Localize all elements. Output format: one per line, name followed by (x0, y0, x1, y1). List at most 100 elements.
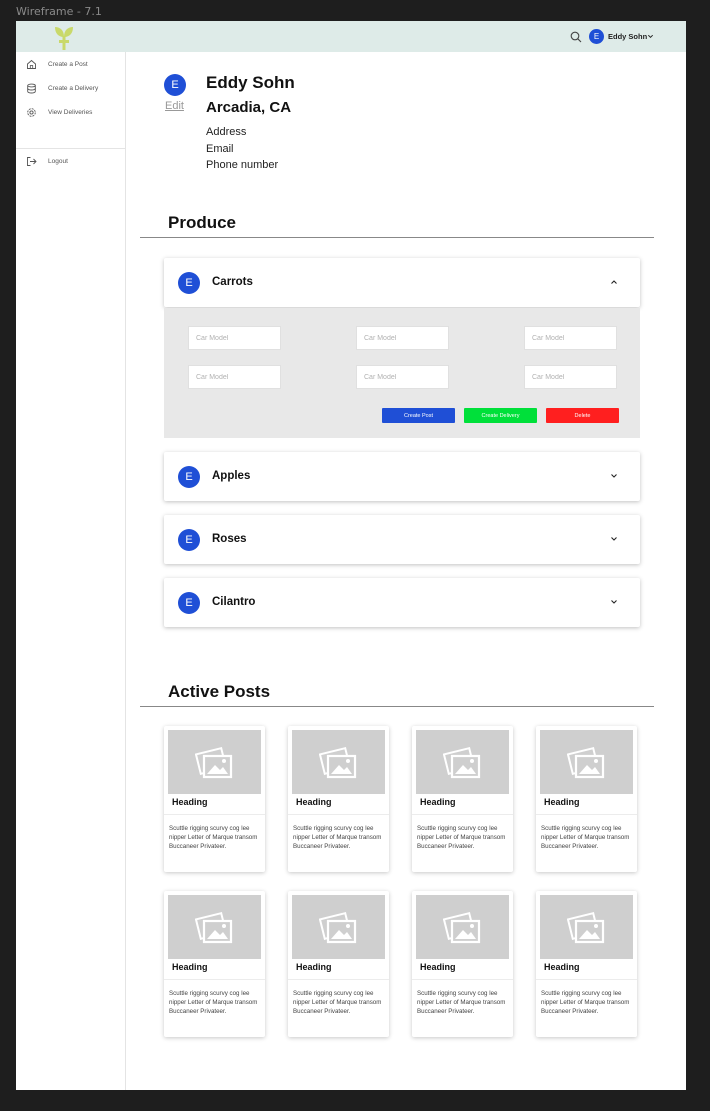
post-heading: Heading (544, 962, 580, 972)
car-model-input[interactable] (356, 365, 449, 389)
post-card[interactable]: Heading Scuttle rigging scurvy cog lee n… (288, 726, 389, 872)
sidebar-item-label: View Deliveries (48, 109, 93, 116)
profile-avatar: E (164, 74, 186, 96)
frame-label: Wireframe - 7.1 (16, 5, 102, 18)
post-body: Scuttle rigging scurvy cog lee nipper Le… (417, 990, 506, 1016)
produce-item-apples[interactable]: E Apples (164, 452, 640, 501)
post-divider (412, 979, 513, 980)
car-model-input[interactable] (188, 365, 281, 389)
post-image (168, 730, 261, 794)
profile-address: Address (206, 126, 247, 138)
sidebar-item-create-post[interactable]: Create a Post (16, 55, 126, 75)
active-posts-title: Active Posts (168, 682, 271, 701)
post-heading: Heading (172, 797, 208, 807)
sidebar: Create a Post Create a Delivery View Del… (16, 52, 126, 1090)
post-image (540, 730, 633, 794)
chevron-down-icon[interactable] (647, 33, 654, 40)
sidebar-item-label: Create a Delivery (48, 85, 99, 92)
post-image (168, 895, 261, 959)
post-heading: Heading (420, 962, 456, 972)
post-divider (288, 979, 389, 980)
sidebar-item-logout[interactable]: Logout (16, 152, 126, 172)
produce-name: Apples (212, 470, 251, 482)
post-body: Scuttle rigging scurvy cog lee nipper Le… (169, 990, 258, 1016)
image-placeholder-icon (195, 746, 233, 779)
post-card[interactable]: Heading Scuttle rigging scurvy cog lee n… (536, 891, 637, 1037)
produce-item-carrots[interactable]: E Carrots (164, 258, 640, 307)
sidebar-item-create-delivery[interactable]: Create a Delivery (16, 79, 126, 99)
search-icon[interactable] (570, 31, 582, 43)
post-body: Scuttle rigging scurvy cog lee nipper Le… (293, 990, 382, 1016)
profile-email: Email (206, 143, 234, 155)
car-model-input[interactable] (524, 365, 617, 389)
post-card[interactable]: Heading Scuttle rigging scurvy cog lee n… (164, 726, 265, 872)
delete-button[interactable]: Delete (546, 408, 619, 423)
produce-name: Roses (212, 533, 247, 545)
post-card[interactable]: Heading Scuttle rigging scurvy cog lee n… (412, 726, 513, 872)
car-model-input[interactable] (356, 326, 449, 350)
post-body: Scuttle rigging scurvy cog lee nipper Le… (541, 825, 630, 851)
car-model-input[interactable] (524, 326, 617, 350)
logout-icon (27, 157, 37, 166)
post-divider (412, 814, 513, 815)
post-image (416, 730, 509, 794)
top-bar: E Eddy Sohn (16, 21, 686, 52)
post-heading: Heading (296, 797, 332, 807)
post-divider (288, 814, 389, 815)
produce-detail-panel: Create Post Create Delivery Delete (164, 308, 640, 438)
create-post-button[interactable]: Create Post (382, 408, 455, 423)
post-body: Scuttle rigging scurvy cog lee nipper Le… (541, 990, 630, 1016)
produce-avatar: E (178, 272, 200, 294)
app-frame: E Eddy Sohn Create a Post Create a Deliv… (16, 21, 686, 1090)
image-placeholder-icon (443, 911, 481, 944)
sidebar-item-label: Create a Post (48, 61, 88, 68)
post-card[interactable]: Heading Scuttle rigging scurvy cog lee n… (164, 891, 265, 1037)
post-heading: Heading (544, 797, 580, 807)
user-avatar[interactable]: E (589, 29, 604, 44)
sidebar-item-label: Logout (48, 158, 68, 165)
produce-divider (140, 237, 654, 238)
image-placeholder-icon (567, 911, 605, 944)
chevron-down-icon[interactable] (610, 598, 618, 606)
car-model-input[interactable] (188, 326, 281, 350)
database-icon (27, 83, 36, 94)
produce-item-cilantro[interactable]: E Cilantro (164, 578, 640, 627)
post-body: Scuttle rigging scurvy cog lee nipper Le… (417, 825, 506, 851)
sidebar-item-view-deliveries[interactable]: View Deliveries (16, 103, 126, 123)
post-divider (164, 979, 265, 980)
post-card[interactable]: Heading Scuttle rigging scurvy cog lee n… (412, 891, 513, 1037)
produce-avatar: E (178, 529, 200, 551)
post-image (292, 895, 385, 959)
gear-icon (27, 108, 36, 117)
chevron-down-icon[interactable] (610, 535, 618, 543)
post-image (540, 895, 633, 959)
post-image (292, 730, 385, 794)
post-card[interactable]: Heading Scuttle rigging scurvy cog lee n… (288, 891, 389, 1037)
post-card[interactable]: Heading Scuttle rigging scurvy cog lee n… (536, 726, 637, 872)
chevron-up-icon[interactable] (610, 278, 618, 286)
create-delivery-button[interactable]: Create Delivery (464, 408, 537, 423)
produce-name: Carrots (212, 276, 253, 288)
post-divider (536, 979, 637, 980)
produce-title: Produce (168, 213, 237, 232)
user-name[interactable]: Eddy Sohn (608, 32, 647, 41)
post-heading: Heading (296, 962, 332, 972)
produce-item-roses[interactable]: E Roses (164, 515, 640, 564)
edit-profile-link[interactable]: Edit (165, 100, 184, 112)
image-placeholder-icon (319, 746, 357, 779)
active-posts-divider (140, 706, 654, 707)
profile-location: Arcadia, CA (206, 99, 292, 116)
post-body: Scuttle rigging scurvy cog lee nipper Le… (293, 825, 382, 851)
image-placeholder-icon (195, 911, 233, 944)
post-image (416, 895, 509, 959)
chevron-down-icon[interactable] (610, 472, 618, 480)
produce-avatar: E (178, 466, 200, 488)
sidebar-divider (16, 148, 126, 149)
post-heading: Heading (420, 797, 456, 807)
image-placeholder-icon (443, 746, 481, 779)
post-divider (536, 814, 637, 815)
home-icon (27, 59, 36, 69)
post-heading: Heading (172, 962, 208, 972)
post-body: Scuttle rigging scurvy cog lee nipper Le… (169, 825, 258, 851)
plant-logo-icon[interactable] (54, 24, 74, 50)
